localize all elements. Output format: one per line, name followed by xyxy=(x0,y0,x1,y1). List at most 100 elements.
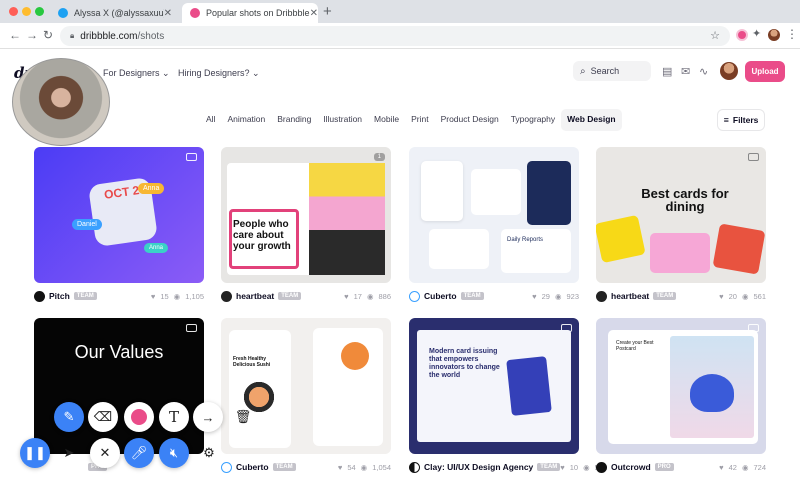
category-mobile[interactable]: Mobile xyxy=(368,109,405,131)
pencil-icon: ✎ xyxy=(63,409,75,424)
close-tab-icon[interactable]: ✕ xyxy=(310,8,318,19)
extension-record-icon[interactable] xyxy=(736,29,748,41)
author-avatar[interactable] xyxy=(409,461,420,473)
menu-dots-icon[interactable]: ⋮ xyxy=(786,27,798,41)
shot-thumbnail[interactable]: 1 People who care about your growth xyxy=(221,147,391,283)
likes-icon[interactable]: ♥ xyxy=(344,292,348,301)
forward-icon[interactable]: → xyxy=(26,28,38,42)
collections-icon[interactable]: ▤ xyxy=(662,65,672,78)
category-branding[interactable]: Branding xyxy=(271,109,317,131)
activity-icon[interactable]: ∿ xyxy=(699,65,708,78)
text-tool-button[interactable]: T xyxy=(159,402,189,432)
category-typography[interactable]: Typography xyxy=(505,109,561,131)
nav-for-designers[interactable]: For Designers ⌄ xyxy=(103,68,170,79)
shot-thumbnail[interactable]: Fresh Healthy Delicious Sushi xyxy=(221,318,391,454)
likes-icon[interactable]: ♥ xyxy=(338,463,342,472)
shot-thumbnail[interactable]: Our Values xyxy=(34,318,204,454)
author-avatar[interactable] xyxy=(221,461,232,473)
pause-recording-button[interactable]: ❚❚ xyxy=(20,438,50,468)
search-input[interactable]: ⌕ Search xyxy=(573,61,651,81)
author-tag: TEAM xyxy=(278,292,302,300)
user-avatar[interactable] xyxy=(720,62,738,80)
shot-thumbnail[interactable]: OCT 20 Anna Daniel Anna xyxy=(34,147,204,283)
mute-audio-button[interactable]: 🔇︎ xyxy=(159,438,189,468)
shot-card[interactable]: 1 People who care about your growth hear… xyxy=(221,147,391,305)
eraser-tool-button[interactable]: ⌫ xyxy=(88,402,118,432)
shot-card[interactable]: Daily Reports Cuberto TEAM ♥ 29 ◉ 923 xyxy=(409,147,579,305)
likes-icon[interactable]: ♥ xyxy=(532,292,536,301)
author-name[interactable]: Cuberto xyxy=(236,462,269,472)
bookmark-star-icon[interactable]: ☆ xyxy=(710,29,720,42)
close-window-dot[interactable] xyxy=(9,7,18,16)
address-bar: ← → ↻ 🔒︎ dribbble.com/shots ☆ ✦ ⋮ xyxy=(0,23,800,49)
upload-button[interactable]: Upload xyxy=(745,61,785,82)
ui-card xyxy=(429,229,489,269)
filters-button[interactable]: ≡ Filters xyxy=(717,109,765,131)
shot-card[interactable]: OCT 20 Anna Daniel Anna Pitch TEAM ♥ 15 ◉ 1… xyxy=(34,147,204,305)
close-tab-icon[interactable]: ✕ xyxy=(164,8,172,19)
browser-tab-twitter[interactable]: Alyssa X (@alyssaxuu) / Twitter ✕ xyxy=(50,3,180,23)
shot-card[interactable]: Modern card issuing that empowers innova… xyxy=(409,318,607,476)
category-product-design[interactable]: Product Design xyxy=(435,109,505,131)
author-avatar[interactable] xyxy=(596,290,607,302)
shot-card[interactable]: Create your Best Postcard Outcrowd PRO ♥… xyxy=(596,318,766,476)
gear-icon: ⚙ xyxy=(203,445,215,460)
shot-card[interactable]: Fresh Healthy Delicious Sushi Cuberto TE… xyxy=(221,318,391,476)
nav-hiring-designers[interactable]: Hiring Designers? ⌄ xyxy=(178,68,260,79)
author-name[interactable]: Outcrowd xyxy=(611,462,651,472)
messages-icon[interactable]: ✉ xyxy=(681,65,690,78)
author-avatar[interactable] xyxy=(34,290,45,302)
likes-icon[interactable]: ♥ xyxy=(560,463,564,472)
shot-thumbnail[interactable]: Best cards for dining xyxy=(596,147,766,283)
shot-meta: Cuberto TEAM ♥ 29 ◉ 923 xyxy=(409,287,579,305)
search-placeholder: Search xyxy=(590,66,620,76)
shot-thumbnail[interactable]: Daily Reports xyxy=(409,147,579,283)
mute-microphone-button[interactable]: 🎤︎ xyxy=(124,438,154,468)
extensions-puzzle-icon[interactable]: ✦ xyxy=(752,27,764,40)
arrow-tool-button[interactable]: → xyxy=(193,402,223,432)
maximize-window-dot[interactable] xyxy=(35,7,44,16)
trash-icon: 🗑︎ xyxy=(234,409,252,424)
shot-thumbnail[interactable]: Create your Best Postcard xyxy=(596,318,766,454)
views-icon: ◉ xyxy=(741,291,749,301)
pen-tool-button[interactable]: ✎ xyxy=(54,402,84,432)
author-name[interactable]: heartbeat xyxy=(611,291,649,301)
likes-icon[interactable]: ♥ xyxy=(151,292,155,301)
category-print[interactable]: Print xyxy=(405,109,434,131)
shot-meta: Clay: UI/UX Design Agency TEAM ♥10◉522 xyxy=(409,458,607,476)
back-icon[interactable]: ← xyxy=(9,28,21,42)
webcam-overlay xyxy=(12,58,110,146)
name-bubble: Anna xyxy=(144,243,169,253)
settings-button[interactable]: ⚙ xyxy=(194,438,224,468)
profile-avatar[interactable] xyxy=(768,29,780,41)
url-input[interactable]: 🔒︎ dribbble.com/shots ☆ xyxy=(60,26,730,46)
author-avatar[interactable] xyxy=(596,461,607,473)
cancel-recording-button[interactable]: ✕ xyxy=(90,438,120,468)
color-picker-button[interactable] xyxy=(124,402,154,432)
author-avatar[interactable] xyxy=(409,290,420,302)
shot-card[interactable]: Best cards for dining heartbeat TEAM ♥ 20… xyxy=(596,147,766,305)
author-name[interactable]: Cuberto xyxy=(424,291,457,301)
author-name[interactable]: Clay: UI/UX Design Agency xyxy=(424,462,533,472)
minimize-window-dot[interactable] xyxy=(22,7,31,16)
author-avatar[interactable] xyxy=(221,290,232,302)
likes-icon[interactable]: ♥ xyxy=(719,463,723,472)
author-name[interactable]: heartbeat xyxy=(236,291,274,301)
likes-icon[interactable]: ♥ xyxy=(719,292,723,301)
browser-tab-bar: Alyssa X (@alyssaxuu) / Twitter ✕ Popula… xyxy=(0,0,800,23)
category-animation[interactable]: Animation xyxy=(221,109,271,131)
shot-thumbnail[interactable]: Modern card issuing that empowers innova… xyxy=(409,318,579,454)
url-path: /shots xyxy=(137,30,165,42)
lock-icon: 🔒︎ xyxy=(70,31,75,40)
new-tab-icon[interactable]: + xyxy=(323,3,332,20)
category-illustration[interactable]: Illustration xyxy=(317,109,368,131)
reload-icon[interactable]: ↻ xyxy=(43,28,53,42)
browser-tab-dribbble[interactable]: Popular shots on Dribbble ✕ xyxy=(182,3,318,23)
delete-drawing-button[interactable]: 🗑︎ xyxy=(228,402,258,432)
category-web-design[interactable]: Web Design xyxy=(561,109,622,131)
author-name[interactable]: Pitch xyxy=(49,291,70,301)
pointer-tool-button[interactable]: ➤ xyxy=(54,438,84,468)
category-all[interactable]: All xyxy=(200,109,221,131)
microphone-off-icon: 🎤︎ xyxy=(130,445,148,460)
ui-card xyxy=(501,229,571,273)
